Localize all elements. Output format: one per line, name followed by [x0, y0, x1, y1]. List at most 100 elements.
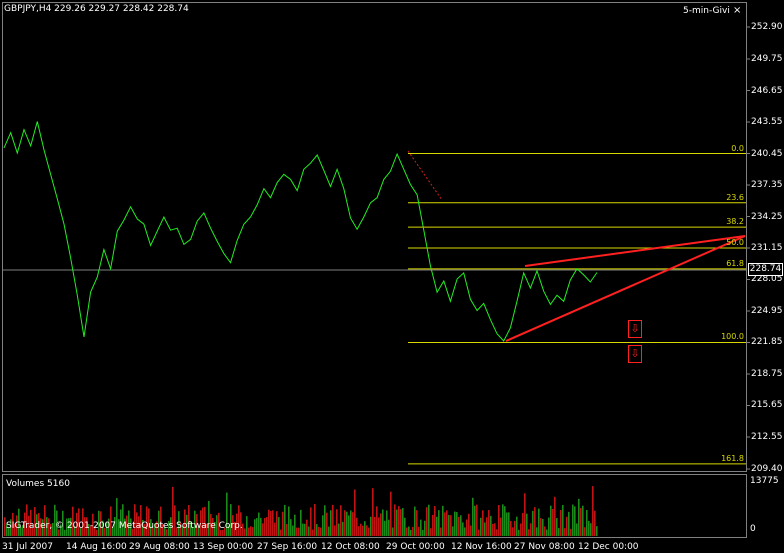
volume-bar	[408, 526, 410, 536]
volume-bar	[406, 527, 408, 536]
volume-bar	[502, 504, 504, 536]
volume-bar	[378, 517, 380, 536]
volume-bar	[554, 496, 556, 536]
volume-bar	[522, 512, 524, 536]
volume-bar	[368, 527, 370, 536]
volume-bar	[492, 523, 494, 536]
price-axis-label: 249.75	[751, 54, 783, 64]
sell-signal-arrow-icon[interactable]: ⇩	[628, 320, 642, 338]
volume-bar	[498, 505, 500, 536]
volume-bar	[422, 529, 424, 536]
volume-bar	[412, 526, 414, 536]
volume-bar	[578, 498, 580, 536]
volume-bar	[266, 517, 268, 536]
price-axis-label: 221.85	[751, 337, 783, 348]
fibonacci-levels[interactable]	[408, 153, 746, 465]
price-axis-label: 237.35	[751, 180, 783, 190]
volume-bar	[514, 520, 516, 536]
volume-bar	[256, 518, 258, 536]
volume-bar	[536, 527, 538, 536]
volume-bar	[474, 505, 476, 536]
fib-level-label: 161.8	[721, 453, 744, 463]
volume-axis-max: 13775	[750, 476, 779, 486]
volume-bar	[328, 526, 330, 536]
volume-bar	[460, 515, 462, 536]
volume-bar	[294, 514, 296, 536]
price-axis-label: 218.75	[751, 368, 783, 379]
volume-bar	[280, 529, 282, 536]
volume-bar	[264, 518, 266, 536]
close-icon[interactable]: ×	[733, 5, 741, 16]
fib-level-label: 61.8	[726, 258, 744, 268]
volume-bar	[324, 505, 326, 536]
time-axis-label: 31 Jul 2007	[2, 542, 53, 552]
volume-axis-min: 0	[750, 524, 756, 534]
volume-bar	[572, 504, 574, 536]
volume-bar	[456, 512, 458, 536]
volume-bar	[500, 517, 502, 536]
volume-bar	[338, 523, 340, 536]
volume-bar	[506, 512, 508, 536]
volume-bar	[382, 509, 384, 536]
volume-bar	[484, 522, 486, 536]
volume-bar	[526, 513, 528, 536]
volume-bar	[468, 513, 470, 536]
volume-bar	[258, 512, 260, 536]
volume-bar	[296, 527, 298, 536]
volume-bar	[358, 526, 360, 536]
volume-bar	[454, 511, 456, 536]
volume-bar	[312, 529, 314, 536]
volume-bar	[246, 516, 248, 536]
volume-bar	[306, 519, 308, 536]
volume-bar	[288, 506, 290, 536]
volume-bar	[462, 522, 464, 536]
time-axis-label: 29 Aug 08:00	[129, 542, 190, 552]
volume-bar	[372, 488, 374, 536]
volume-bar	[302, 523, 304, 536]
price-chart[interactable]	[0, 0, 784, 553]
volume-bar	[566, 516, 568, 536]
volume-bar	[434, 506, 436, 536]
volume-bar	[334, 525, 336, 536]
volume-bar	[594, 510, 596, 536]
volume-bar	[512, 527, 514, 536]
volume-bar	[580, 507, 582, 536]
volume-bar	[354, 489, 356, 536]
sell-signal-arrow-icon[interactable]: ⇩	[628, 345, 642, 363]
volume-bar	[558, 528, 560, 536]
volume-bar	[390, 491, 392, 536]
chart-window[interactable]: GBPJPY,H4 229.26 229.27 228.42 228.74 5-…	[0, 0, 784, 553]
volume-bar	[300, 509, 302, 536]
volume-bar	[414, 506, 416, 536]
price-axis-label: 234.25	[751, 211, 783, 222]
time-axis-label: 12 Dec 00:00	[578, 542, 639, 552]
volume-bar	[276, 511, 278, 536]
price-axis-label: 215.65	[751, 400, 783, 411]
volume-bar	[524, 493, 526, 536]
volume-bar	[464, 527, 466, 536]
volume-bar	[510, 520, 512, 536]
volume-bar	[476, 504, 478, 536]
volume-bar	[426, 507, 428, 536]
volume-bar	[330, 510, 332, 536]
chart-title: GBPJPY,H4 229.26 229.27 228.42 228.74	[4, 4, 189, 14]
price-axis-label: 243.55	[751, 117, 783, 127]
time-axis-label: 27 Sep 16:00	[257, 542, 318, 552]
volume-bar	[592, 486, 594, 536]
volume-bar	[590, 523, 592, 536]
price-axis-label: 212.55	[751, 431, 783, 442]
volume-bar	[562, 504, 564, 536]
volume-bar	[496, 529, 498, 536]
volume-bar	[480, 517, 482, 536]
volume-bar	[596, 526, 598, 536]
volume-bar	[290, 519, 292, 536]
volume-bar	[546, 529, 548, 536]
volume-bar	[344, 510, 346, 536]
current-price-tag: 228.74	[748, 263, 783, 276]
fib-level-label: 23.6	[726, 192, 744, 202]
volume-bar	[364, 521, 366, 536]
volume-bar	[528, 529, 530, 536]
volume-bar	[570, 528, 572, 536]
volume-bar	[384, 520, 386, 536]
volume-bar	[534, 507, 536, 536]
